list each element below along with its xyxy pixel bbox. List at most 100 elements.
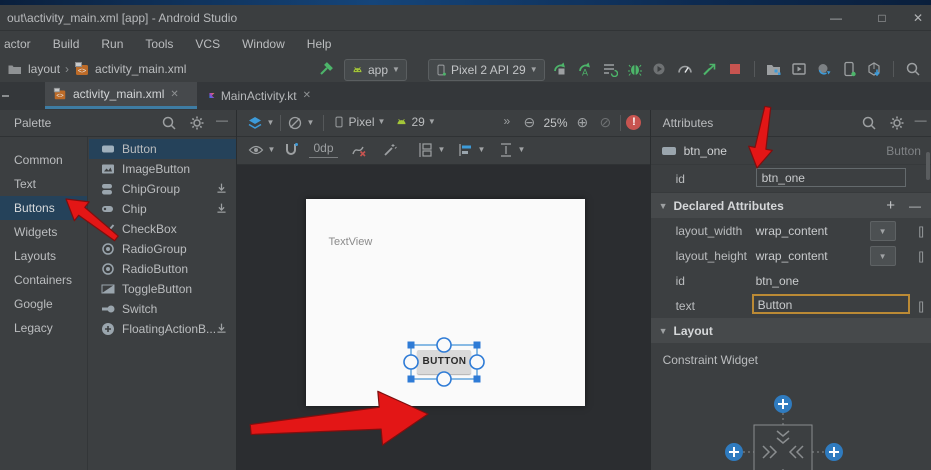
id-input[interactable]: btn_one — [756, 168, 906, 187]
category-text[interactable]: Text — [0, 172, 87, 196]
run-icon[interactable] — [552, 61, 568, 77]
device-dropdown[interactable]: Pixel 2 API 29 ▼ — [428, 59, 545, 81]
category-google[interactable]: Google — [0, 292, 87, 316]
palette-item-checkbox[interactable]: CheckBox — [89, 219, 236, 239]
category-common[interactable]: Common — [0, 148, 87, 172]
minimize-button[interactable]: — — [813, 11, 859, 25]
palette-item-floatingactionbutton[interactable]: FloatingActionB... — [89, 319, 236, 339]
layout-inspector-icon[interactable] — [841, 61, 857, 77]
zoom-in-button[interactable]: ⊕ — [576, 114, 588, 131]
dropdown-button[interactable]: ▼ — [870, 246, 896, 266]
search-everywhere-icon[interactable] — [905, 61, 921, 77]
selection-handles[interactable] — [306, 199, 585, 406]
scrollbar-thumb[interactable] — [926, 152, 930, 180]
device-selector[interactable]: Pixel▼ — [333, 115, 385, 129]
category-containers[interactable]: Containers — [0, 268, 87, 292]
menu-item-refactor[interactable]: actor — [0, 37, 42, 51]
hide-panel-icon[interactable]: — — [216, 113, 228, 127]
attribute-value[interactable]: btn_one — [756, 274, 799, 288]
dropdown-button[interactable]: ▼ — [870, 221, 896, 241]
component-row[interactable]: btn_one Button — [651, 137, 931, 165]
constraint-widget[interactable] — [651, 360, 931, 470]
menu-item-window[interactable]: Window — [231, 37, 296, 51]
palette-item-togglebutton[interactable]: ToggleButton — [89, 279, 236, 299]
collapse-arrow-icon[interactable]: ▼ — [659, 201, 668, 211]
maximize-button[interactable]: □ — [859, 11, 905, 25]
gear-icon[interactable] — [189, 115, 205, 131]
palette-item-label: ChipGroup — [122, 182, 180, 196]
gear-icon[interactable] — [889, 115, 905, 131]
orientation-dropdown[interactable]: ▼ — [287, 115, 314, 131]
align-dropdown[interactable]: ▼ — [458, 142, 485, 158]
palette-item-radiogroup[interactable]: RadioGroup — [89, 239, 236, 259]
error-panel-icon[interactable]: ! — [626, 115, 641, 130]
palette-item-imagebutton[interactable]: ImageButton — [89, 159, 236, 179]
resource-flag-icon[interactable]: [] — [918, 224, 923, 238]
breadcrumb-file[interactable]: activity_main.xml — [95, 62, 186, 76]
zoom-to-fit-button[interactable]: ⊘ — [599, 114, 611, 131]
resource-flag-icon[interactable]: [] — [918, 299, 923, 313]
palette-item-radiobutton[interactable]: RadioButton — [89, 259, 236, 279]
close-button[interactable]: ✕ — [905, 11, 931, 25]
tab-activity-main-xml[interactable]: <> activity_main.xml ✕ — [45, 82, 197, 109]
palette-item-button[interactable]: Button — [89, 139, 236, 159]
device-manager-icon[interactable] — [766, 61, 782, 77]
attribute-value[interactable]: wrap_content — [756, 224, 828, 238]
collapse-arrow-icon[interactable]: ▼ — [659, 326, 668, 336]
pack-dropdown[interactable]: ▼ — [498, 142, 525, 158]
debug-icon[interactable] — [627, 61, 643, 77]
category-buttons[interactable]: Buttons — [0, 196, 87, 220]
profile-app-icon[interactable] — [702, 61, 718, 77]
apply-changes-icon[interactable]: A — [577, 61, 593, 77]
attach-debugger-icon[interactable] — [652, 61, 668, 77]
remove-attribute-button[interactable]: — — [909, 199, 921, 213]
api-selector[interactable]: 29▼ — [395, 115, 435, 129]
resource-flag-icon[interactable]: [] — [918, 249, 923, 263]
search-icon[interactable] — [861, 115, 877, 131]
declared-attributes-header[interactable]: ▼ Declared Attributes + — — [651, 193, 931, 218]
apply-code-changes-icon[interactable] — [602, 61, 618, 77]
sdk-manager-icon[interactable] — [866, 61, 882, 77]
hide-panel-icon[interactable]: — — [915, 113, 927, 127]
attribute-value[interactable]: wrap_content — [756, 249, 828, 263]
attribute-row-layout-height[interactable]: layout_height wrap_content ▼ [] — [651, 243, 931, 268]
palette-item-chip[interactable]: Chip — [89, 199, 236, 219]
default-margin-selector[interactable]: 0dp — [309, 141, 337, 158]
infer-constraints-button[interactable] — [382, 142, 398, 158]
guidelines-dropdown[interactable]: ▼ — [418, 142, 445, 158]
profiler-icon[interactable] — [677, 61, 693, 77]
attribute-row-text[interactable]: text Button [] — [651, 293, 931, 318]
build-hammer-icon[interactable] — [318, 61, 334, 77]
attribute-row-id[interactable]: id btn_one — [651, 268, 931, 293]
view-mode-dropdown[interactable]: ▼ — [247, 115, 274, 131]
logcat-icon[interactable] — [791, 61, 807, 77]
gradle-sync-icon[interactable] — [816, 61, 832, 77]
menu-item-run[interactable]: Run — [90, 37, 134, 51]
breadcrumb-folder[interactable]: layout — [28, 62, 60, 76]
autoconnect-toggle[interactable] — [283, 142, 299, 158]
attribute-row-layout-width[interactable]: layout_width wrap_content ▼ [] — [651, 218, 931, 243]
palette-item-switch[interactable]: Switch — [89, 299, 236, 319]
view-options-dropdown[interactable]: ▼ — [248, 142, 275, 158]
close-icon[interactable]: ✕ — [170, 89, 178, 100]
palette-item-chipgroup[interactable]: ChipGroup — [89, 179, 236, 199]
toolbar-overflow-icon[interactable]: » — [503, 114, 510, 128]
clear-constraints-button[interactable] — [351, 142, 367, 158]
layout-section-header[interactable]: ▼ Layout — [651, 318, 931, 343]
run-config-dropdown[interactable]: app ▼ — [344, 59, 407, 81]
menu-item-tools[interactable]: Tools — [134, 37, 184, 51]
category-widgets[interactable]: Widgets — [0, 220, 87, 244]
stop-icon[interactable] — [727, 61, 743, 77]
design-canvas[interactable]: TextView BUTTON — [306, 199, 585, 406]
add-attribute-button[interactable]: + — [886, 197, 895, 214]
search-icon[interactable] — [161, 115, 177, 131]
zoom-out-button[interactable]: ⊖ — [523, 114, 535, 131]
close-icon[interactable]: ✕ — [303, 90, 311, 101]
menu-item-build[interactable]: Build — [42, 37, 91, 51]
text-value-input[interactable]: Button — [752, 294, 910, 314]
tab-mainactivity-kt[interactable]: MainActivity.kt ✕ — [201, 82, 319, 109]
category-layouts[interactable]: Layouts — [0, 244, 87, 268]
menu-item-vcs[interactable]: VCS — [184, 37, 231, 51]
menu-item-help[interactable]: Help — [296, 37, 343, 51]
category-legacy[interactable]: Legacy — [0, 316, 87, 340]
